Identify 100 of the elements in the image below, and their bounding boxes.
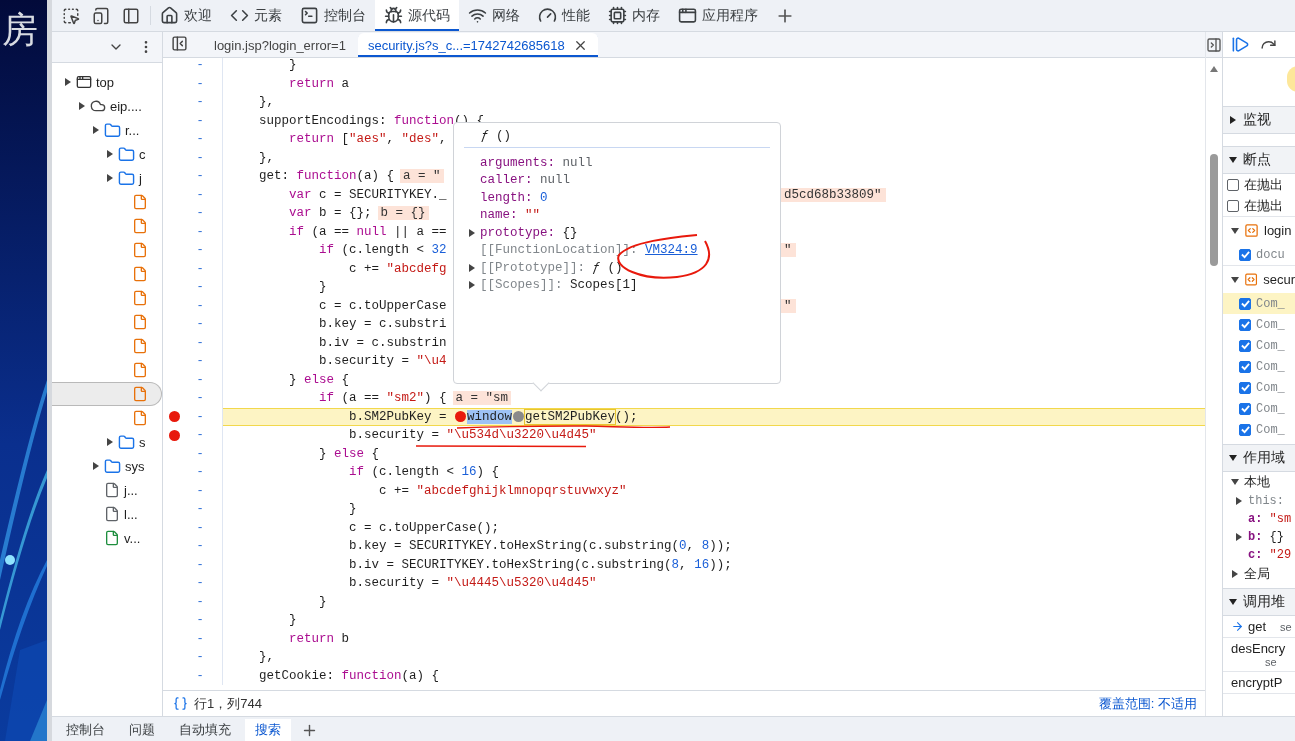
drawer-tab[interactable]: 问题 bbox=[119, 719, 165, 741]
script-icon bbox=[1244, 272, 1259, 287]
caret-down-icon[interactable] bbox=[1229, 156, 1237, 164]
pause-marker-icon[interactable] bbox=[455, 411, 467, 423]
breakpoint-row[interactable]: Com_ bbox=[1223, 335, 1295, 356]
section-header[interactable]: 调用堆 bbox=[1223, 588, 1295, 616]
format-icon[interactable] bbox=[173, 696, 188, 711]
tree-item[interactable]: s bbox=[52, 430, 162, 454]
breakpoint-row[interactable]: Com_ bbox=[1223, 314, 1295, 335]
breakpoint-row[interactable]: Com_ bbox=[1223, 293, 1295, 314]
line-number: - bbox=[195, 206, 205, 221]
file-name: secur bbox=[1263, 272, 1295, 287]
section-header[interactable]: 作用域 bbox=[1223, 444, 1295, 472]
checkbox[interactable] bbox=[1227, 178, 1239, 191]
section-header[interactable]: 断点 bbox=[1223, 146, 1295, 174]
code-text: b.security = "\u534d\u3220\u4d45" bbox=[349, 428, 597, 443]
panel-tab[interactable]: 元素 bbox=[221, 0, 291, 31]
code-text: get: function(a) { bbox=[259, 169, 395, 184]
checkbox[interactable] bbox=[1239, 381, 1251, 394]
panel-tab[interactable]: 网络 bbox=[459, 0, 529, 31]
option-label: 在抛出 bbox=[1244, 175, 1283, 194]
chip-icon bbox=[608, 6, 627, 25]
checkbox[interactable] bbox=[1239, 248, 1251, 261]
caret-right-icon[interactable] bbox=[78, 102, 86, 110]
caret-down-icon[interactable] bbox=[1231, 275, 1239, 284]
inline-value: d5cd68b33809" bbox=[780, 187, 886, 202]
scrollbar-thumb[interactable] bbox=[1210, 154, 1218, 266]
caret-right-icon[interactable] bbox=[1231, 570, 1239, 578]
device-icon[interactable] bbox=[92, 6, 110, 25]
drawer-tab[interactable]: 搜索 bbox=[245, 719, 291, 741]
caret-right-icon[interactable] bbox=[106, 438, 114, 446]
caret-right-icon[interactable] bbox=[468, 228, 476, 237]
coverage-link[interactable]: 覆盖范围: 不适用 bbox=[1098, 694, 1197, 713]
call-frame[interactable]: desEncry se bbox=[1223, 638, 1295, 672]
tree-item[interactable]: r... bbox=[52, 118, 162, 142]
panel-toggle-icon[interactable] bbox=[1206, 36, 1222, 53]
panel-tab[interactable]: 内存 bbox=[599, 0, 669, 31]
checkbox[interactable] bbox=[1239, 360, 1251, 373]
breakpoint-icon[interactable] bbox=[168, 411, 180, 423]
tree-item[interactable]: c bbox=[52, 142, 162, 166]
resume-icon[interactable] bbox=[1231, 35, 1250, 54]
caret-down-icon[interactable] bbox=[1229, 598, 1237, 606]
breakpoint-row[interactable]: Com_ bbox=[1223, 377, 1295, 398]
panel-tab[interactable]: 应用程序 bbox=[669, 0, 767, 31]
caret-down-icon[interactable] bbox=[1229, 454, 1237, 462]
caret-right-icon[interactable] bbox=[92, 126, 100, 134]
inspect-icon[interactable] bbox=[62, 6, 80, 25]
tree-item[interactable]: l... bbox=[52, 502, 162, 526]
caret-right-icon[interactable] bbox=[1235, 533, 1243, 541]
breakpoint-row[interactable]: docu bbox=[1223, 244, 1295, 265]
scope-entry: this: bbox=[1248, 494, 1284, 508]
tree-item[interactable]: top bbox=[52, 70, 162, 94]
pause-marker-icon[interactable] bbox=[513, 411, 525, 423]
file-tab[interactable]: security.js?s_c...=1742742685618 bbox=[357, 33, 598, 57]
checkbox[interactable] bbox=[1239, 423, 1251, 436]
drawer-tab[interactable]: 自动填充 bbox=[169, 719, 241, 741]
tree-item[interactable]: sys bbox=[52, 454, 162, 478]
caret-right-icon[interactable] bbox=[468, 281, 476, 290]
checkbox[interactable] bbox=[1227, 199, 1239, 212]
caret-right-icon[interactable] bbox=[64, 78, 72, 86]
breakpoint-icon[interactable] bbox=[168, 429, 180, 441]
code-text: } else { bbox=[319, 446, 380, 461]
caret-down-icon[interactable] bbox=[1231, 226, 1239, 235]
sidebar-toggle-icon[interactable] bbox=[171, 35, 188, 52]
caret-right-icon[interactable] bbox=[468, 263, 476, 272]
scroll-up-icon[interactable] bbox=[1210, 66, 1218, 72]
line-number: - bbox=[195, 261, 205, 276]
checkbox[interactable] bbox=[1239, 339, 1251, 352]
panel-tab[interactable]: 性能 bbox=[529, 0, 599, 31]
call-frame[interactable]: get se bbox=[1223, 616, 1295, 638]
tree-item[interactable]: eip.... bbox=[52, 94, 162, 118]
line-number: - bbox=[195, 483, 205, 498]
link[interactable]: VM324:9 bbox=[645, 243, 698, 258]
checkbox[interactable] bbox=[1239, 318, 1251, 331]
checkbox[interactable] bbox=[1239, 402, 1251, 415]
checkbox[interactable] bbox=[1239, 297, 1251, 310]
panel-tab[interactable]: 源代码 bbox=[375, 0, 459, 31]
call-frame[interactable]: encryptP bbox=[1223, 672, 1295, 694]
code-text: } else { bbox=[289, 372, 350, 387]
breakpoint-row[interactable]: Com_ bbox=[1223, 398, 1295, 419]
panel-tab[interactable]: 欢迎 bbox=[151, 0, 221, 31]
line-number: - bbox=[195, 132, 205, 147]
panel-tab[interactable]: 控制台 bbox=[291, 0, 375, 31]
tree-item[interactable]: v... bbox=[52, 526, 162, 550]
caret-right-icon[interactable] bbox=[1235, 497, 1243, 505]
caret-right-icon[interactable] bbox=[92, 462, 100, 470]
panel-icon[interactable] bbox=[122, 6, 140, 25]
file-tab[interactable]: login.jsp?login_error=1 bbox=[204, 33, 356, 57]
breakpoint-row[interactable]: Com_ bbox=[1223, 356, 1295, 377]
tree-item[interactable]: j bbox=[52, 166, 162, 190]
drawer-tab[interactable]: 控制台 bbox=[56, 719, 115, 741]
breakpoint-row[interactable]: Com_ bbox=[1223, 419, 1295, 440]
caret-right-icon[interactable] bbox=[106, 174, 114, 182]
caret-right-icon[interactable] bbox=[1229, 116, 1237, 124]
caret-right-icon[interactable] bbox=[106, 150, 114, 158]
section-header[interactable]: 监视 bbox=[1223, 106, 1295, 134]
line-number: - bbox=[195, 150, 205, 165]
tree-item[interactable]: j... bbox=[52, 478, 162, 502]
caret-down-icon[interactable] bbox=[1231, 478, 1239, 486]
line-number: - bbox=[195, 391, 205, 406]
